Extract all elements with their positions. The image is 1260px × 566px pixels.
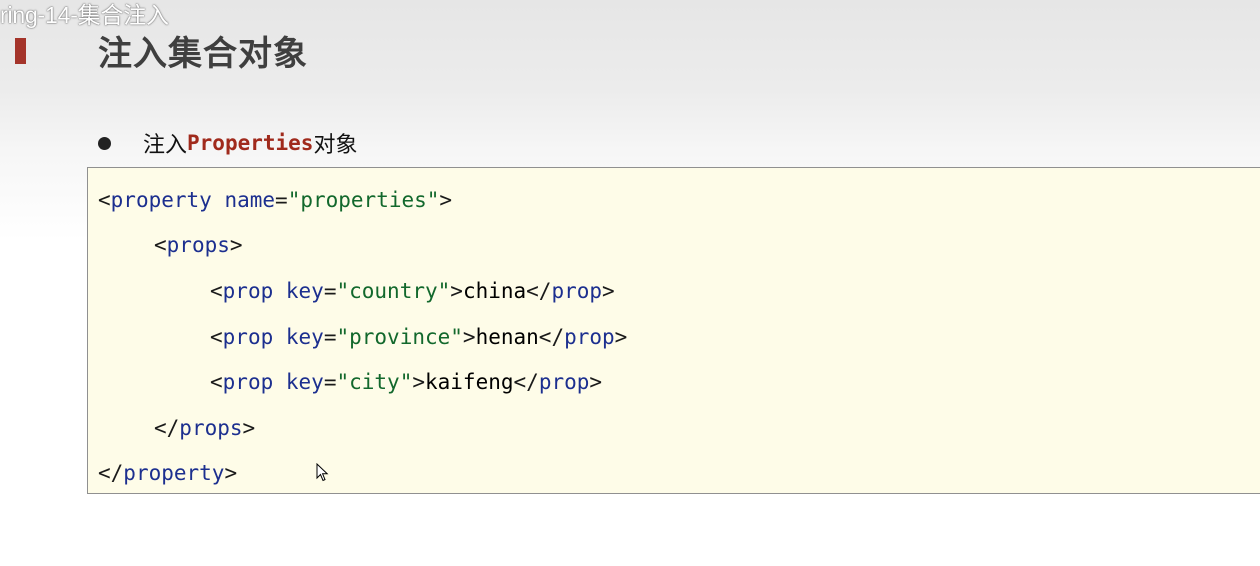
bullet-dot-icon [98, 136, 111, 150]
code-tag: prop [551, 279, 603, 303]
code-line-props-open: <props> [154, 230, 243, 260]
code-punct: > [589, 370, 603, 394]
code-punct: < [210, 279, 223, 303]
code-text: henan [475, 325, 539, 349]
code-punct: = [323, 279, 337, 303]
code-punct: = [323, 325, 337, 349]
code-punct: </ [154, 416, 180, 440]
code-punct: > [439, 188, 453, 212]
code-punct: > [462, 325, 476, 349]
slide-heading: 注入集合对象 [98, 34, 308, 74]
code-attr: key [285, 325, 324, 349]
code-value: "city" [336, 370, 413, 394]
code-punct: > [450, 279, 463, 303]
code-tag: prop [222, 325, 274, 349]
bullet-keyword: Properties [187, 131, 314, 155]
bullet-prefix: 注入 [143, 133, 188, 158]
code-punct: > [242, 416, 256, 440]
code-punct: > [229, 233, 243, 257]
code-punct: > [602, 279, 615, 303]
slide-accent-bar [15, 38, 26, 64]
code-punct: </ [98, 461, 124, 485]
code-punct: </ [526, 279, 552, 303]
mouse-pointer-icon [316, 463, 329, 482]
code-block: <property name="properties"> <props> <pr… [87, 167, 1260, 494]
code-punct: < [98, 188, 111, 212]
code-line-prop-country: <prop key="country">china</prop> [210, 276, 615, 306]
code-text: kaifeng [425, 370, 514, 394]
code-tag: prop [564, 325, 615, 349]
code-value: "properties" [287, 188, 440, 212]
code-line-prop-city: <prop key="city">kaifeng</prop> [210, 367, 602, 397]
code-tag: props [166, 233, 230, 257]
code-tag: prop [538, 370, 590, 394]
code-attr: key [285, 279, 324, 303]
code-punct: </ [538, 325, 565, 349]
code-punct: < [210, 325, 223, 349]
bullet-suffix: 对象 [313, 133, 358, 158]
bullet-item: 注入 Properties 对象 [98, 127, 357, 159]
code-tag: props [179, 416, 243, 440]
code-tag: property [123, 461, 225, 485]
code-tag: prop [222, 370, 274, 394]
code-punct: > [614, 325, 628, 349]
code-punct: > [412, 370, 425, 394]
code-line-prop-province: <prop key="province">henan</prop> [210, 322, 627, 352]
code-attr: name [224, 188, 276, 212]
code-punct: < [210, 370, 223, 394]
code-punct: </ [513, 370, 539, 394]
code-text: china [462, 279, 527, 303]
code-line-property-open: <property name="properties"> [98, 185, 452, 215]
code-attr: key [285, 370, 324, 394]
code-punct: > [224, 461, 238, 485]
code-punct: < [154, 233, 167, 257]
code-punct: = [275, 188, 288, 212]
code-tag: prop [222, 279, 274, 303]
code-line-props-close: </props> [154, 413, 255, 443]
code-tag: property [110, 188, 212, 212]
code-value: "country" [336, 279, 451, 303]
code-punct: = [323, 370, 337, 394]
code-value: "province" [336, 325, 463, 349]
code-line-property-close: </property> [98, 458, 237, 488]
